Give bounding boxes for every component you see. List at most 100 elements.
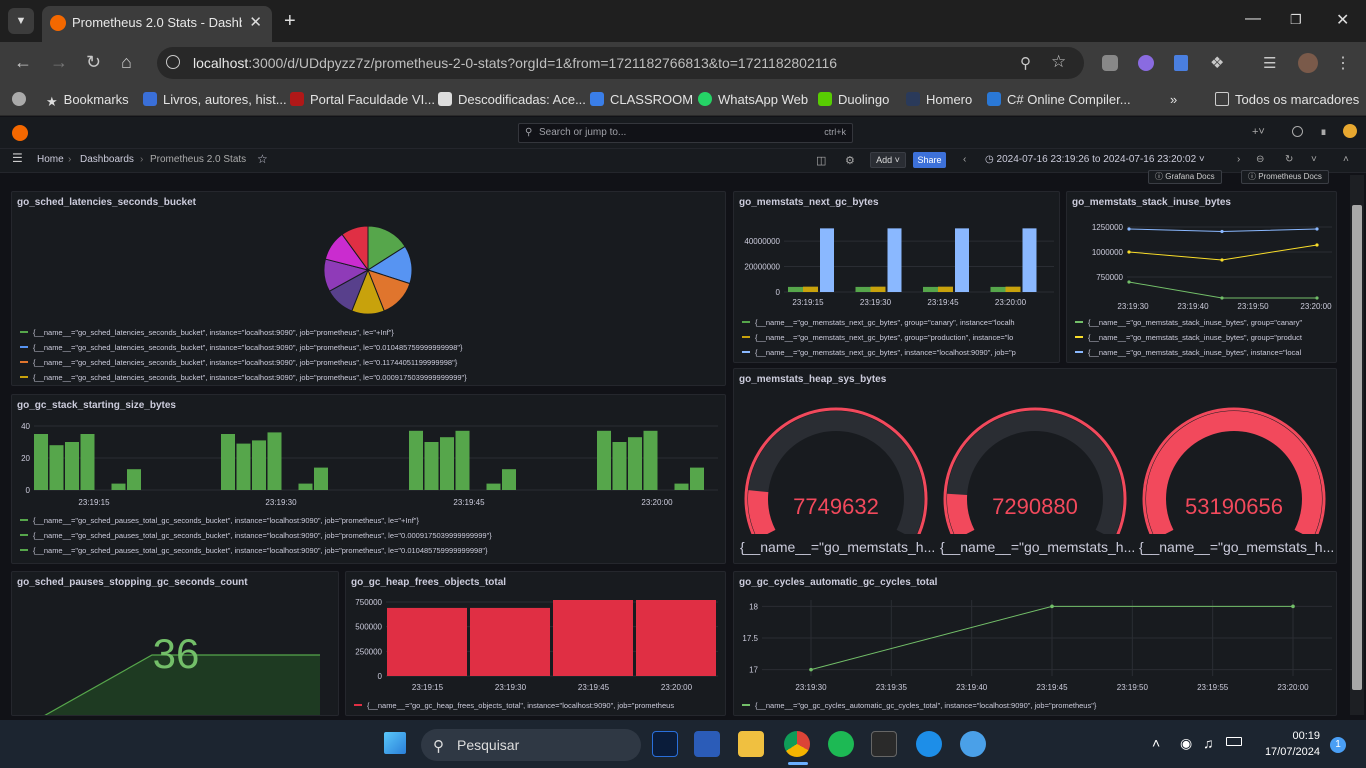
bookmark-livros[interactable]: Livros, autores, hist... [143, 92, 287, 107]
time-forward-icon[interactable]: › [1237, 154, 1240, 165]
bookmark-descodificadas[interactable]: Descodificadas: Ace... [438, 92, 586, 107]
network-globe-icon[interactable] [960, 731, 986, 757]
bookmark-whatsapp[interactable]: WhatsApp Web [698, 92, 808, 107]
help-icon[interactable] [1292, 126, 1303, 137]
file-explorer-icon[interactable] [738, 731, 764, 757]
tray-chevron-icon[interactable]: ˄ [1152, 735, 1160, 751]
legend-item[interactable]: {__name__="go_sched_pauses_total_gc_seco… [20, 516, 419, 525]
extension-gear-icon[interactable] [1138, 55, 1154, 71]
url-text[interactable]: localhost:3000/d/UDdpyzz7z/prometheus-2-… [193, 55, 837, 71]
panel-heap-frees[interactable]: go_gc_heap_frees_objects_total 0 250000 50… [345, 571, 726, 716]
panel-pauses-stopping-gc[interactable]: go_sched_pauses_stopping_gc_seconds_coun… [11, 571, 339, 716]
legend-item[interactable]: {__name__="go_sched_latencies_seconds_bu… [20, 358, 457, 367]
bookmark-portal[interactable]: Portal Faculdade VI... [290, 92, 435, 107]
zoom-icon[interactable]: ⚲ [1020, 54, 1031, 72]
time-range-picker[interactable]: ◷ 2024-07-16 23:19:26 to 2024-07-16 23:2… [985, 154, 1205, 165]
bookmark-classroom[interactable]: CLASSROOM [590, 92, 693, 107]
user-avatar[interactable] [1343, 124, 1357, 138]
page-scrollbar[interactable] [1350, 175, 1364, 715]
spotify-icon[interactable] [828, 731, 854, 757]
bookmarks-overflow-icon[interactable]: » [1170, 92, 1177, 107]
puzzle-extensions-icon[interactable]: ❖ [1210, 53, 1224, 73]
chrome-menu-icon[interactable]: ⋮ [1335, 53, 1351, 73]
battery-icon[interactable] [1226, 737, 1242, 746]
apps-icon[interactable] [12, 92, 26, 106]
extension-docs-icon[interactable] [1174, 55, 1188, 71]
scrollbar-thumb[interactable] [1352, 205, 1362, 690]
photoshop-icon[interactable] [652, 731, 678, 757]
bookmark-homero[interactable]: Homero [906, 92, 972, 107]
terminal-icon[interactable] [871, 731, 897, 757]
close-tab-icon[interactable]: ✕ [249, 13, 262, 31]
clock-time[interactable]: 00:19 [1250, 730, 1320, 742]
legend-item[interactable]: {__name__="go_gc_cycles_automatic_gc_cyc… [742, 701, 1096, 710]
wifi-icon[interactable]: ◉ [1180, 735, 1192, 752]
new-tab-icon[interactable]: + [284, 10, 296, 33]
reload-icon[interactable]: ↻ [86, 52, 101, 73]
add-button[interactable]: Add ˅ [870, 152, 906, 168]
breadcrumb-home[interactable]: Home [37, 154, 64, 165]
panel-gc-stack-starting-size[interactable]: go_gc_stack_starting_size_bytes 0 20 40 23:… [11, 394, 726, 564]
bookmark-bookmarks[interactable]: ★ Bookmarks [46, 92, 129, 109]
panel-next-gc-bytes[interactable]: go_memstats_next_gc_bytes 0 20000000 40000… [733, 191, 1060, 363]
x-tick-label: 23:19:30 [795, 683, 827, 692]
new-plus-icon[interactable]: +˅ [1252, 126, 1265, 138]
browser-tab[interactable]: Prometheus 2.0 Stats - Dashboa ✕ [42, 6, 272, 42]
clock-date[interactable]: 17/07/2024 [1250, 746, 1320, 758]
bookmark-csharp[interactable]: C# Online Compiler... [987, 92, 1131, 107]
media-control-icon[interactable]: ☰ [1263, 54, 1276, 72]
legend-item[interactable]: {__name__="go_sched_latencies_seconds_bu… [20, 343, 463, 352]
panel-stack-inuse-bytes[interactable]: go_memstats_stack_inuse_bytes 750000 1000… [1066, 191, 1337, 363]
volume-icon[interactable]: ♫ [1203, 735, 1214, 751]
bookmark-duolingo[interactable]: Duolingo [818, 92, 889, 107]
profile-avatar[interactable] [1298, 53, 1318, 73]
legend-item[interactable]: {__name__="go_sched_latencies_seconds_bu… [20, 373, 467, 382]
bookmark-all[interactable]: Todos os marcadores [1215, 92, 1359, 107]
legend-item[interactable]: {__name__="go_memstats_stack_inuse_bytes… [1075, 333, 1302, 342]
bookmark-star-icon[interactable]: ☆ [1051, 52, 1066, 72]
back-icon[interactable]: ← [14, 52, 32, 73]
legend-item[interactable]: {__name__="go_sched_pauses_total_gc_seco… [20, 531, 492, 540]
share-button[interactable]: Share [913, 152, 946, 168]
home-icon[interactable]: ⌂ [121, 52, 132, 73]
windows-start-icon[interactable] [384, 732, 406, 754]
favorite-star-icon[interactable]: ☆ [257, 152, 268, 166]
legend-item[interactable]: {__name__="go_memstats_stack_inuse_bytes… [1075, 348, 1301, 357]
panel-sched-latencies[interactable]: go_sched_latencies_seconds_bucket {__nam… [11, 191, 726, 386]
docker-icon[interactable] [916, 731, 942, 757]
legend-item[interactable]: {__name__="go_memstats_next_gc_bytes", g… [742, 318, 1015, 327]
collapse-icon[interactable]: ˄ [1343, 154, 1349, 165]
tab-search-button[interactable]: ▼ [8, 8, 34, 34]
panel-gc-cycles[interactable]: go_gc_cycles_automatic_gc_cycles_total 1… [733, 571, 1337, 716]
notification-badge[interactable]: 1 [1330, 737, 1346, 753]
legend-item[interactable]: {__name__="go_sched_latencies_seconds_bu… [20, 328, 394, 337]
panel-heap-sys-bytes[interactable]: go_memstats_heap_sys_bytes 7749632 729088… [733, 368, 1337, 564]
prometheus-docs-link[interactable]: ⓘ Prometheus Docs [1241, 170, 1329, 184]
maximize-icon[interactable]: ❐ [1290, 12, 1302, 28]
menu-icon[interactable]: ☰ [12, 152, 23, 164]
zoom-out-icon[interactable]: ⊖ [1256, 154, 1264, 165]
settings-gear-icon[interactable]: ⚙ [845, 154, 855, 167]
refresh-icon[interactable]: ↻ [1285, 154, 1293, 165]
site-info-icon[interactable] [166, 55, 180, 69]
time-back-icon[interactable]: ‹ [963, 154, 966, 165]
forward-icon[interactable]: → [50, 52, 68, 73]
extension-icon[interactable] [1102, 55, 1118, 71]
legend-item[interactable]: {__name__="go_gc_heap_frees_objects_tota… [354, 701, 674, 710]
taskbar-search[interactable]: ⚲ Pesquisar [421, 729, 641, 761]
legend-item[interactable]: {__name__="go_memstats_next_gc_bytes", i… [742, 348, 1016, 357]
chrome-icon[interactable] [784, 731, 810, 757]
grafana-logo-icon[interactable] [12, 125, 28, 141]
word-icon[interactable] [694, 731, 720, 757]
legend-item[interactable]: {__name__="go_memstats_stack_inuse_bytes… [1075, 318, 1302, 327]
close-window-icon[interactable]: ✕ [1336, 10, 1349, 30]
legend-item[interactable]: {__name__="go_memstats_next_gc_bytes", g… [742, 333, 1013, 342]
refresh-interval-icon[interactable]: ˅ [1311, 154, 1317, 165]
minimize-icon[interactable]: — [1245, 10, 1261, 28]
save-icon[interactable]: ◫ [816, 154, 826, 167]
search-input[interactable]: ⚲ Search or jump to... ctrl+k [518, 123, 853, 143]
breadcrumb-dashboards[interactable]: Dashboards [80, 154, 134, 165]
grafana-docs-link[interactable]: ⓘ Grafana Docs [1148, 170, 1222, 184]
news-rss-icon[interactable]: ∎ [1320, 125, 1327, 138]
legend-item[interactable]: {__name__="go_sched_pauses_total_gc_seco… [20, 546, 488, 555]
